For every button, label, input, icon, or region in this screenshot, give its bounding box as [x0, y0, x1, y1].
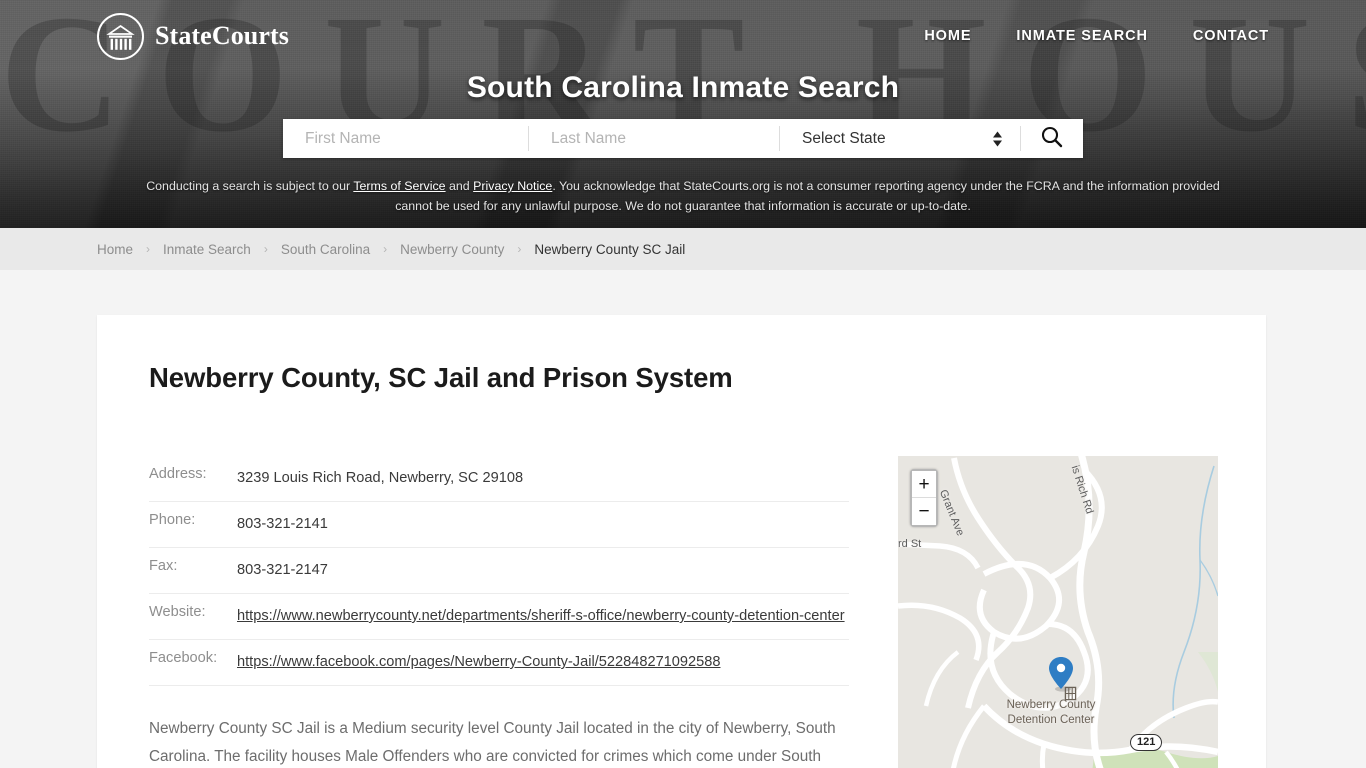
last-name-input[interactable] — [529, 119, 779, 158]
table-row: Address: 3239 Louis Rich Road, Newberry,… — [149, 456, 849, 502]
fact-value-phone: 803-321-2141 — [237, 516, 328, 532]
website-link[interactable]: https://www.newberrycounty.net/departmen… — [237, 608, 845, 624]
breadcrumb-item-inmate-search[interactable]: Inmate Search — [163, 242, 251, 257]
breadcrumb-separator-icon: › — [517, 242, 522, 256]
map-zoom-out-button[interactable]: − — [912, 498, 936, 525]
facebook-link[interactable]: https://www.facebook.com/pages/Newberry-… — [237, 654, 721, 670]
fact-value-website: https://www.newberrycounty.net/departmen… — [237, 594, 849, 640]
fact-label-phone: Phone: — [149, 512, 196, 528]
brand-name: StateCourts — [155, 21, 289, 50]
breadcrumb-bar: Home › Inmate Search › South Carolina › … — [0, 228, 1366, 270]
nav-item-contact[interactable]: CONTACT — [1193, 28, 1269, 44]
fact-value-facebook: https://www.facebook.com/pages/Newberry-… — [237, 640, 849, 686]
top-bar: StateCourts HOME INMATE SEARCH CONTACT — [0, 0, 1366, 72]
fact-value-fax: 803-321-2147 — [237, 562, 328, 578]
state-select[interactable]: Select State — [780, 119, 1020, 158]
breadcrumb: Home › Inmate Search › South Carolina › … — [97, 242, 685, 257]
facility-content: Address: 3239 Louis Rich Road, Newberry,… — [97, 394, 1266, 768]
first-name-input[interactable] — [283, 119, 528, 158]
table-row: Phone: 803-321-2141 — [149, 502, 849, 548]
map-tiles — [898, 456, 1218, 768]
facility-map-column: + − Grant Ave is Rich Rd rd St Newberry … — [898, 394, 1218, 768]
facility-card: Newberry County, SC Jail and Prison Syst… — [97, 315, 1266, 768]
breadcrumb-item-home[interactable]: Home — [97, 242, 133, 257]
breadcrumb-item-newberry-county[interactable]: Newberry County — [400, 242, 504, 257]
table-row: Fax: 803-321-2147 — [149, 548, 849, 594]
description-part-1: Newberry County SC Jail is a Medium secu… — [149, 720, 836, 765]
disclaimer-text-1: Conducting a search is subject to our — [146, 179, 354, 193]
fact-label-facebook: Facebook: — [149, 650, 218, 666]
location-map[interactable]: + − Grant Ave is Rich Rd rd St Newberry … — [898, 456, 1218, 768]
highway-shield-121: 121 — [1130, 734, 1163, 751]
main-navigation: HOME INMATE SEARCH CONTACT — [924, 28, 1269, 44]
fact-value-address: 3239 Louis Rich Road, Newberry, SC 29108 — [237, 470, 524, 486]
disclaimer-text-2: and — [445, 179, 474, 193]
nav-item-inmate-search[interactable]: INMATE SEARCH — [1016, 28, 1147, 44]
facility-description: Newberry County SC Jail is a Medium secu… — [149, 715, 849, 768]
inmate-search-form: Select State — [283, 119, 1083, 158]
breadcrumb-item-current: Newberry County SC Jail — [534, 241, 686, 257]
fact-label-fax: Fax: — [149, 558, 178, 574]
terms-of-service-link[interactable]: Terms of Service — [353, 179, 445, 193]
nav-item-home[interactable]: HOME — [924, 28, 971, 44]
page-body: Newberry County, SC Jail and Prison Syst… — [0, 270, 1366, 768]
privacy-notice-link[interactable]: Privacy Notice — [473, 179, 552, 193]
site-header: COURT HOUSE StateCourts HOME INMATE SEAR… — [0, 0, 1366, 228]
brand-logo[interactable]: StateCourts — [97, 12, 289, 60]
breadcrumb-item-south-carolina[interactable]: South Carolina — [281, 242, 370, 257]
search-submit-button[interactable] — [1021, 119, 1083, 158]
page-title: Newberry County, SC Jail and Prison Syst… — [149, 362, 733, 393]
table-row: Website: https://www.newberrycounty.net/… — [149, 594, 849, 640]
state-select-value: Select State — [802, 129, 886, 147]
courthouse-circle-icon — [97, 12, 144, 60]
facility-facts-table: Address: 3239 Louis Rich Road, Newberry,… — [149, 456, 849, 686]
facility-details-column: Address: 3239 Louis Rich Road, Newberry,… — [149, 394, 849, 768]
breadcrumb-separator-icon: › — [383, 242, 388, 256]
map-zoom-controls: + − — [910, 469, 938, 527]
select-updown-icon — [993, 131, 1002, 146]
fact-label-website: Website: — [149, 604, 206, 620]
magnifier-icon — [1040, 125, 1064, 152]
map-zoom-in-button[interactable]: + — [912, 471, 936, 498]
breadcrumb-separator-icon: › — [263, 242, 268, 256]
table-row: Facebook: https://www.facebook.com/pages… — [149, 640, 849, 686]
breadcrumb-separator-icon: › — [146, 242, 151, 256]
search-disclaimer: Conducting a search is subject to our Te… — [133, 176, 1233, 216]
page-hero-title: South Carolina Inmate Search — [466, 71, 900, 104]
fact-label-address: Address: — [149, 466, 207, 482]
